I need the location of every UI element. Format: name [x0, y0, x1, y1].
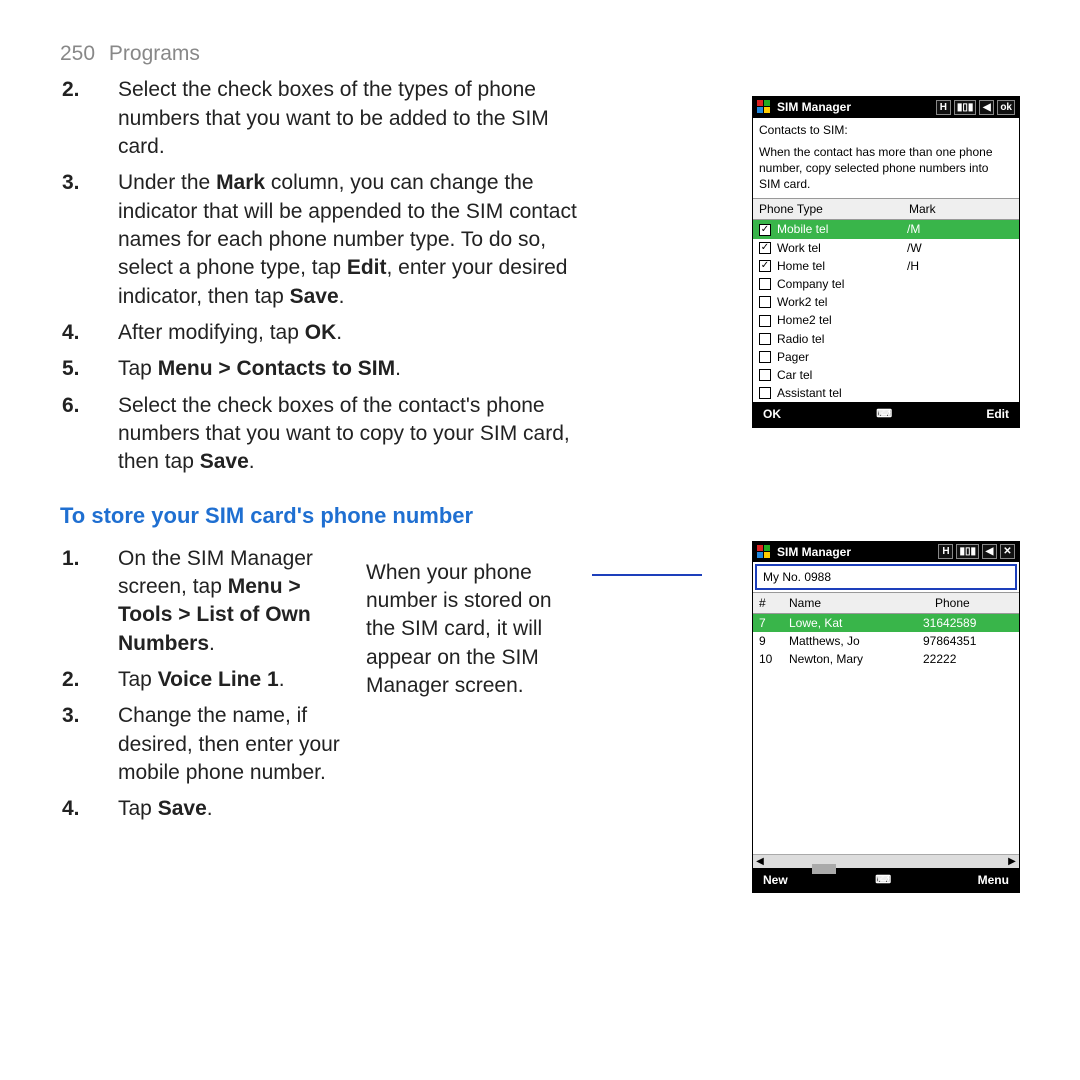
low-step-4: 4.Tap Save. — [90, 795, 360, 823]
chapter-title: Programs — [109, 42, 200, 65]
checkbox[interactable] — [759, 387, 771, 399]
scroll-left-icon[interactable]: ◀ — [753, 855, 767, 869]
row-num: 10 — [759, 651, 789, 667]
sound-icon[interactable]: ◀ — [979, 100, 994, 115]
step-6: 6.Select the check boxes of the contact'… — [90, 392, 600, 477]
page-header: 250 Programs — [60, 40, 1020, 68]
page-number: 250 — [60, 42, 95, 65]
row-label: Company tel — [777, 276, 907, 292]
row-phone: 97864351 — [923, 633, 1013, 649]
menubar: OK ⌨ Edit — [753, 402, 1019, 426]
start-icon[interactable] — [757, 100, 771, 114]
table-row[interactable]: ✓ Work tel/W — [753, 239, 1019, 257]
checkbox[interactable] — [759, 369, 771, 381]
checkbox[interactable] — [759, 351, 771, 363]
row-label: Assistant tel — [777, 385, 907, 401]
step-3: 3.Under the Mark column, you can change … — [90, 169, 600, 311]
low-step-1: 1.On the SIM Manager screen, tap Menu > … — [90, 545, 360, 658]
scroll-right-icon[interactable]: ▶ — [1005, 855, 1019, 869]
callout-note: When your phone number is stored on the … — [360, 541, 590, 894]
menubar: New ⌨ Menu — [753, 868, 1019, 892]
table-row[interactable]: 7Lowe, Kat31642589 — [753, 614, 1019, 632]
keyboard-icon[interactable]: ⌨ — [876, 407, 891, 422]
keyboard-icon[interactable]: ⌨ — [875, 873, 890, 888]
row-name: Newton, Mary — [789, 651, 923, 667]
row-mark: /W — [907, 240, 922, 256]
checkbox[interactable] — [759, 278, 771, 290]
connector-line — [592, 574, 702, 576]
checkbox[interactable] — [759, 315, 771, 327]
my-number-field[interactable]: My No. 0988 — [755, 564, 1017, 590]
sound-icon[interactable]: ◀ — [982, 544, 997, 559]
close-button[interactable]: ✕ — [1000, 544, 1015, 559]
step-4: 4.After modifying, tap OK. — [90, 319, 600, 347]
low-step-3: 3.Change the name, if desired, then ente… — [90, 702, 360, 787]
row-label: Car tel — [777, 367, 907, 383]
scrollbar[interactable]: ◀ ▶ — [753, 854, 1019, 868]
row-label: Radio tel — [777, 331, 907, 347]
table-header: # Name Phone — [753, 592, 1019, 614]
step-2: 2.Select the check boxes of the types of… — [90, 76, 600, 161]
table-row[interactable]: Company tel — [753, 275, 1019, 293]
h-icon: H — [938, 544, 953, 559]
app-title: SIM Manager — [777, 544, 938, 560]
table-row[interactable]: Car tel — [753, 366, 1019, 384]
signal-icon: ▮▯▮ — [956, 544, 979, 559]
row-label: Home tel — [777, 258, 907, 274]
table-row[interactable]: ✓ Mobile tel/M — [753, 220, 1019, 238]
scroll-thumb[interactable] — [812, 864, 836, 874]
start-icon[interactable] — [757, 545, 771, 559]
titlebar: SIM Manager H ▮▯▮ ◀ ok — [753, 97, 1019, 117]
table-row[interactable]: Assistant tel — [753, 384, 1019, 402]
sim-manager-list-screenshot: SIM Manager H ▮▯▮ ◀ ✕ My No. 0988 # Name… — [752, 541, 1020, 894]
table-row[interactable]: ✓ Home tel/H — [753, 257, 1019, 275]
checkbox[interactable]: ✓ — [759, 224, 771, 236]
table-row[interactable]: 10Newton, Mary22222 — [753, 650, 1019, 668]
h-icon: H — [936, 100, 951, 115]
row-mark: /M — [907, 221, 920, 237]
description: When the contact has more than one phone… — [753, 142, 1019, 199]
row-label: Mobile tel — [777, 221, 907, 237]
row-label: Work2 tel — [777, 294, 907, 310]
table-row[interactable]: Radio tel — [753, 330, 1019, 348]
ok-button[interactable]: ok — [997, 100, 1015, 115]
checkbox[interactable] — [759, 333, 771, 345]
table-row[interactable]: Pager — [753, 348, 1019, 366]
step-5: 5.Tap Menu > Contacts to SIM. — [90, 355, 600, 383]
new-softkey[interactable]: New — [763, 872, 788, 888]
titlebar: SIM Manager H ▮▯▮ ◀ ✕ — [753, 542, 1019, 562]
menu-softkey[interactable]: Menu — [978, 872, 1009, 888]
subtitle: Contacts to SIM: — [753, 118, 1019, 142]
sim-manager-contacts-screenshot: SIM Manager H ▮▯▮ ◀ ok Contacts to SIM: … — [752, 96, 1020, 427]
app-title: SIM Manager — [777, 99, 936, 115]
table-row[interactable]: Home2 tel — [753, 311, 1019, 329]
row-name: Matthews, Jo — [789, 633, 923, 649]
row-label: Home2 tel — [777, 312, 907, 328]
row-label: Pager — [777, 349, 907, 365]
row-phone: 31642589 — [923, 615, 1013, 631]
edit-softkey[interactable]: Edit — [986, 406, 1009, 422]
checkbox[interactable] — [759, 296, 771, 308]
checkbox[interactable]: ✓ — [759, 260, 771, 272]
checkbox[interactable]: ✓ — [759, 242, 771, 254]
row-mark: /H — [907, 258, 919, 274]
row-label: Work tel — [777, 240, 907, 256]
row-name: Lowe, Kat — [789, 615, 923, 631]
low-step-2: 2.Tap Voice Line 1. — [90, 666, 360, 694]
table-row[interactable]: 9Matthews, Jo97864351 — [753, 632, 1019, 650]
ok-softkey[interactable]: OK — [763, 406, 781, 422]
row-num: 7 — [759, 615, 789, 631]
signal-icon: ▮▯▮ — [954, 100, 977, 115]
table-header: Phone Type Mark — [753, 198, 1019, 220]
section-heading: To store your SIM card's phone number — [60, 501, 1020, 531]
row-num: 9 — [759, 633, 789, 649]
table-row[interactable]: Work2 tel — [753, 293, 1019, 311]
row-phone: 22222 — [923, 651, 1013, 667]
